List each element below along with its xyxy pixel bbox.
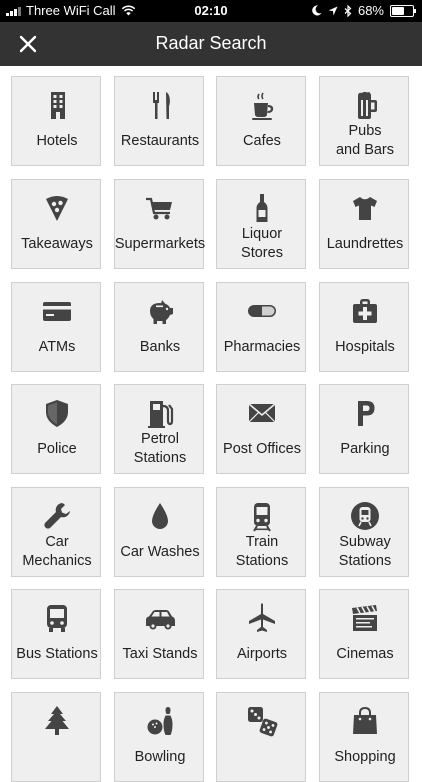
status-bar: Three WiFi Call 02:10 68%	[0, 0, 422, 22]
category-tile-bowling[interactable]: Bowling	[114, 692, 204, 782]
dice-icon	[217, 705, 307, 737]
category-label: Banks	[139, 338, 181, 355]
category-label: Restaurants	[120, 132, 200, 149]
category-label: ATMs	[38, 338, 76, 355]
pizza-slice-icon	[12, 192, 102, 224]
category-tile-dice[interactable]	[216, 692, 306, 782]
category-label: Hospitals	[335, 338, 395, 355]
category-tile-supermarkets[interactable]: Supermarkets	[114, 179, 206, 269]
credit-card-icon	[12, 295, 102, 327]
category-tile-bus-stations[interactable]: Bus Stations	[11, 589, 101, 679]
close-button[interactable]	[14, 30, 42, 58]
coffee-cup-icon	[217, 89, 307, 121]
category-tile-restaurants[interactable]: Restaurants	[114, 76, 204, 166]
category-tile-hotels[interactable]: Hotels	[11, 76, 101, 166]
parking-icon	[320, 397, 410, 429]
category-label: Takeaways	[21, 235, 93, 252]
category-label: Laundrettes	[326, 235, 404, 252]
category-tile-taxi-stands[interactable]: Taxi Stands	[114, 589, 204, 679]
category-label: Hotels	[36, 132, 78, 149]
navigation-bar: Radar Search	[0, 22, 422, 66]
category-label: Post Offices	[223, 440, 301, 457]
category-tile-car-mechanics[interactable]: Car Mechanics	[11, 487, 101, 577]
t-shirt-icon	[320, 192, 410, 224]
location-arrow-icon	[328, 6, 338, 15]
tree-icon	[12, 705, 102, 737]
wrench-icon	[12, 500, 102, 532]
category-label: Police	[37, 440, 77, 457]
category-label: Bowling	[134, 748, 186, 765]
battery-level	[392, 6, 404, 15]
category-label: Taxi Stands	[122, 645, 198, 662]
category-label: Petrol Stations	[133, 431, 187, 466]
beer-mug-icon	[320, 89, 410, 121]
category-label: Car Mechanics	[22, 534, 92, 569]
shopping-bag-icon	[320, 705, 410, 737]
bluetooth-icon	[344, 4, 352, 17]
category-tile-pharmacies[interactable]: Pharmacies	[216, 282, 306, 372]
medical-kit-icon	[320, 295, 410, 327]
shopping-cart-icon	[115, 192, 205, 224]
category-tile-tree[interactable]	[11, 692, 101, 782]
category-tile-cafes[interactable]: Cafes	[216, 76, 306, 166]
shield-icon	[12, 397, 102, 429]
piggy-bank-icon	[115, 295, 205, 327]
category-label: Bus Stations	[16, 645, 98, 662]
status-right: 68%	[312, 3, 416, 18]
category-tile-shopping[interactable]: Shopping	[319, 692, 409, 782]
fuel-pump-icon	[115, 397, 205, 429]
category-label: Cinemas	[336, 645, 394, 662]
category-tile-cinemas[interactable]: Cinemas	[319, 589, 409, 679]
category-label: Cafes	[243, 132, 281, 149]
battery-percentage: 68%	[357, 3, 384, 18]
category-tile-liquor-stores[interactable]: Liquor Stores	[216, 179, 306, 269]
building-icon	[12, 89, 102, 121]
category-tile-police[interactable]: Police	[11, 384, 101, 474]
category-label: Airports	[237, 645, 287, 662]
category-tile-subway-stations[interactable]: Subway Stations	[319, 487, 409, 577]
category-tile-car-washes[interactable]: Car Washes	[114, 487, 204, 577]
battery-icon	[390, 4, 416, 17]
moon-icon	[312, 5, 322, 16]
bus-icon	[12, 602, 102, 634]
bowling-icon	[115, 705, 205, 737]
cutlery-icon	[115, 89, 205, 121]
category-label: Liquor Stores	[241, 226, 283, 261]
category-tile-atms[interactable]: ATMs	[11, 282, 101, 372]
page-title: Radar Search	[155, 33, 267, 53]
category-label: Shopping	[334, 748, 396, 765]
category-tile-parking[interactable]: Parking	[319, 384, 409, 474]
close-icon	[19, 35, 37, 53]
category-label: Train Stations	[235, 534, 289, 569]
category-tile-train-stations[interactable]: Train Stations	[216, 487, 306, 577]
category-tile-banks[interactable]: Banks	[114, 282, 204, 372]
water-drop-icon	[115, 500, 205, 532]
category-tile-airports[interactable]: Airports	[216, 589, 306, 679]
category-label: Supermarkets	[114, 235, 206, 252]
category-tile-takeaways[interactable]: Takeaways	[11, 179, 101, 269]
category-tile-hospitals[interactable]: Hospitals	[319, 282, 409, 372]
airplane-icon	[217, 602, 307, 634]
bottle-icon	[217, 192, 307, 224]
train-icon	[217, 500, 307, 532]
clapperboard-icon	[320, 602, 410, 634]
category-label: Parking	[340, 440, 390, 457]
category-tile-laundrettes[interactable]: Laundrettes	[319, 179, 409, 269]
subway-icon	[320, 500, 410, 532]
pill-icon	[217, 295, 307, 327]
car-icon	[115, 602, 205, 634]
envelope-icon	[217, 397, 307, 429]
category-tile-pubs-and-bars[interactable]: Pubs and Bars	[319, 76, 409, 166]
category-label: Car Washes	[120, 543, 200, 560]
category-label: Pharmacies	[223, 338, 301, 355]
category-tile-post-offices[interactable]: Post Offices	[216, 384, 306, 474]
category-label: Pubs and Bars	[335, 123, 395, 158]
category-tile-petrol-stations[interactable]: Petrol Stations	[114, 384, 204, 474]
category-label: Subway Stations	[338, 534, 392, 569]
